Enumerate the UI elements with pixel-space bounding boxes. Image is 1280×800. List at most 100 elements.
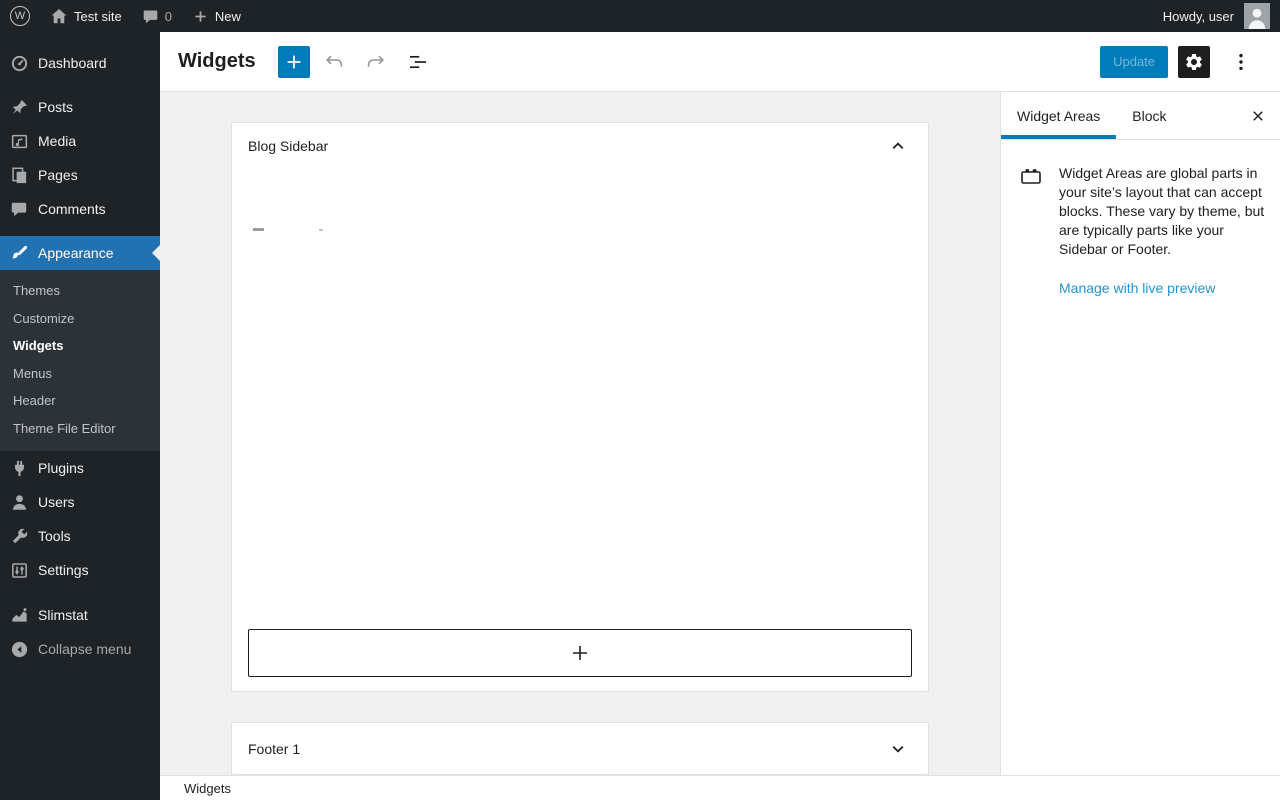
settings-sidebar: Widget Areas Block Widget Areas are glob… bbox=[1000, 92, 1280, 775]
tab-widget-areas[interactable]: Widget Areas bbox=[1001, 92, 1116, 139]
comments-admin-bar-menu[interactable]: 0 bbox=[132, 0, 182, 32]
wrench-icon bbox=[9, 526, 29, 546]
collapse-arrow-icon bbox=[9, 639, 29, 659]
submenu-label: Theme File Editor bbox=[13, 420, 116, 436]
editor-header-actions: Update bbox=[1100, 45, 1260, 78]
sidebar-item-dashboard[interactable]: Dashboard bbox=[0, 46, 160, 80]
howdy-text: Howdy, user bbox=[1162, 8, 1234, 24]
plus-icon bbox=[283, 51, 305, 73]
close-settings-button[interactable] bbox=[1236, 92, 1280, 139]
sidebar-item-label: Comments bbox=[38, 201, 106, 217]
submenu-label: Customize bbox=[13, 310, 75, 326]
widget-preview-artifact bbox=[319, 229, 323, 231]
sidebar-item-label: Appearance bbox=[38, 245, 114, 261]
submenu-item-menus[interactable]: Menus bbox=[0, 360, 160, 388]
dashboard-icon bbox=[9, 53, 29, 73]
page-title: Widgets bbox=[178, 50, 256, 72]
paintbrush-icon bbox=[9, 243, 29, 263]
admin-bar: W Test site 0 New Howdy, user bbox=[0, 0, 1280, 32]
admin-sidebar: Dashboard Posts Media Pages Comments App… bbox=[0, 32, 160, 800]
editor-body: Blog Sidebar Footer 1 Widget Areas Block… bbox=[160, 92, 1280, 775]
site-name-label: Test site bbox=[74, 8, 122, 24]
submenu-item-themes[interactable]: Themes bbox=[0, 277, 160, 305]
list-view-button[interactable] bbox=[402, 46, 434, 78]
sidebar-item-media[interactable]: Media bbox=[0, 124, 160, 158]
submenu-item-header[interactable]: Header bbox=[0, 387, 160, 415]
widget-area-icon bbox=[1019, 164, 1043, 188]
comment-count: 0 bbox=[164, 8, 172, 24]
submenu-label: Themes bbox=[13, 283, 60, 299]
block-inserter-button[interactable] bbox=[277, 45, 310, 78]
sidebar-item-pages[interactable]: Pages bbox=[0, 158, 160, 192]
undo-icon bbox=[322, 50, 346, 74]
sidebar-item-label: Plugins bbox=[38, 460, 84, 476]
avatar bbox=[1244, 3, 1270, 29]
sidebar-item-slimstat[interactable]: Slimstat bbox=[0, 598, 160, 632]
sidebar-item-comments[interactable]: Comments bbox=[0, 192, 160, 226]
comment-bubble-icon bbox=[142, 8, 159, 25]
wordpress-admin-screen: W Test site 0 New Howdy, user Dashboard … bbox=[0, 0, 1280, 800]
collapse-menu-button[interactable]: Collapse menu bbox=[0, 632, 160, 666]
widgets-editor: Widgets Update Blog Sidebar Footer 1 Wid… bbox=[160, 32, 1280, 800]
current-menu-arrow bbox=[152, 245, 160, 261]
undo-button[interactable] bbox=[318, 46, 350, 78]
chevron-down-icon bbox=[888, 739, 908, 759]
sidebar-item-users[interactable]: Users bbox=[0, 485, 160, 519]
widget-area-header-footer-1[interactable]: Footer 1 bbox=[232, 723, 928, 774]
sidebar-item-label: Users bbox=[38, 494, 75, 510]
submenu-item-widgets[interactable]: Widgets bbox=[0, 332, 160, 360]
sidebar-item-label: Tools bbox=[38, 528, 71, 544]
tab-block[interactable]: Block bbox=[1116, 92, 1182, 139]
redo-button[interactable] bbox=[360, 46, 392, 78]
plug-icon bbox=[9, 458, 29, 478]
sidebar-item-label: Posts bbox=[38, 99, 74, 115]
widget-area-panel-blog-sidebar: Blog Sidebar bbox=[231, 122, 929, 692]
account-menu[interactable]: Howdy, user bbox=[1153, 0, 1280, 32]
wordpress-logo-icon: W bbox=[10, 6, 30, 26]
comments-icon bbox=[9, 199, 29, 219]
widget-areas-description-card: Widget Areas are global parts in your si… bbox=[1001, 140, 1280, 298]
site-name-menu[interactable]: Test site bbox=[40, 0, 132, 32]
add-block-appender[interactable] bbox=[248, 629, 912, 677]
manage-live-preview-link[interactable]: Manage with live preview bbox=[1059, 280, 1215, 296]
breadcrumb[interactable]: Widgets bbox=[184, 781, 231, 796]
more-options-button[interactable] bbox=[1228, 46, 1254, 78]
chevron-up-icon bbox=[888, 136, 908, 156]
pin-icon bbox=[9, 97, 29, 117]
list-view-icon bbox=[406, 50, 430, 74]
submenu-item-theme-file-editor[interactable]: Theme File Editor bbox=[0, 415, 160, 443]
settings-tabs: Widget Areas Block bbox=[1001, 92, 1280, 140]
sidebar-item-posts[interactable]: Posts bbox=[0, 90, 160, 124]
widget-areas-description: Widget Areas are global parts in your si… bbox=[1059, 165, 1265, 257]
sidebar-item-label: Media bbox=[38, 133, 77, 149]
sidebar-item-settings[interactable]: Settings bbox=[0, 553, 160, 587]
sidebar-item-appearance[interactable]: Appearance bbox=[0, 236, 160, 270]
widget-area-header-blog-sidebar[interactable]: Blog Sidebar bbox=[232, 123, 928, 169]
appearance-submenu: Themes Customize Widgets Menus Header Th… bbox=[0, 270, 160, 451]
widget-area-panel-footer-1: Footer 1 bbox=[231, 722, 929, 775]
submenu-label: Widgets bbox=[13, 338, 64, 354]
submenu-item-customize[interactable]: Customize bbox=[0, 305, 160, 333]
breadcrumb-bar: Widgets bbox=[160, 775, 1280, 800]
home-icon bbox=[50, 7, 68, 25]
new-content-menu[interactable]: New bbox=[182, 0, 251, 32]
submenu-label: Header bbox=[13, 393, 56, 409]
admin-bar-right: Howdy, user bbox=[1153, 0, 1280, 32]
media-icon bbox=[9, 131, 29, 151]
editor-canvas: Blog Sidebar Footer 1 bbox=[160, 92, 1000, 775]
settings-button[interactable] bbox=[1178, 45, 1210, 78]
sidebar-item-plugins[interactable]: Plugins bbox=[0, 451, 160, 485]
kebab-icon bbox=[1229, 50, 1253, 74]
wordpress-logo-menu[interactable]: W bbox=[0, 0, 40, 32]
submenu-label: Menus bbox=[13, 365, 53, 381]
tab-label: Widget Areas bbox=[1017, 107, 1101, 124]
settings-sliders-icon bbox=[9, 560, 29, 580]
update-button[interactable]: Update bbox=[1100, 45, 1168, 78]
plus-icon bbox=[568, 641, 592, 665]
pages-icon bbox=[9, 165, 29, 185]
sidebar-item-tools[interactable]: Tools bbox=[0, 519, 160, 553]
tab-label: Block bbox=[1132, 107, 1167, 124]
editor-header: Widgets Update bbox=[160, 32, 1280, 92]
collapse-menu-label: Collapse menu bbox=[38, 641, 132, 657]
widget-area-title: Footer 1 bbox=[248, 741, 301, 757]
